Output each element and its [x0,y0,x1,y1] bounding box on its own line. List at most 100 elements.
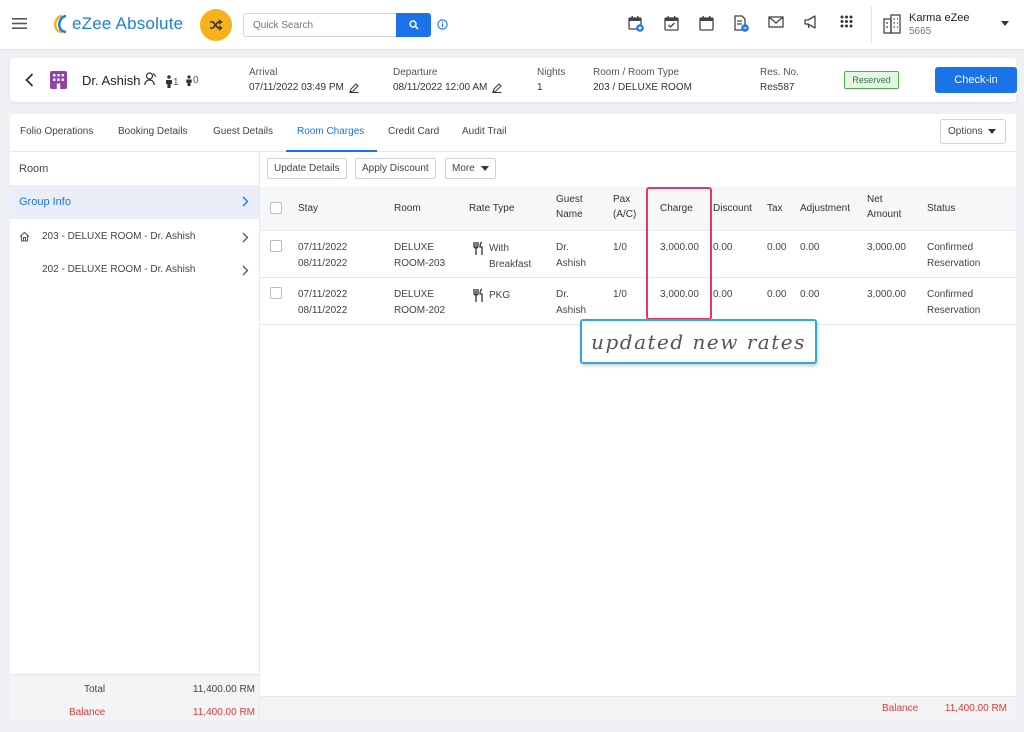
calendar-plus-icon[interactable] [628,15,644,32]
mail-icon[interactable] [768,15,784,29]
table-header: Stay Room Rate Type Guest Name Pax (A/C) C… [260,187,1016,231]
tab-folio-operations[interactable]: Folio Operations [20,126,93,137]
balance-label: Balance [69,707,106,718]
col-stay: Stay [298,203,319,214]
col-room: Room [394,203,421,214]
status-cell: Confirmed Reservation [927,240,980,272]
departure-label: Departure [393,67,438,78]
calendar-check-icon[interactable] [664,15,679,31]
chevron-right-icon [242,232,249,243]
tab-room-charges[interactable]: Room Charges [297,126,364,137]
select-all-checkbox[interactable] [270,202,282,214]
guest-first-name: Ashish [556,305,587,316]
guest-cell: Dr. Ashish [556,287,586,319]
guest-profile-icon[interactable] [144,72,157,86]
tab-credit-card[interactable]: Credit Card [388,126,439,137]
edit-departure-icon[interactable] [492,82,503,93]
guest-name[interactable]: Dr. Ashish [82,73,141,88]
check-in-button[interactable]: Check-in [935,67,1017,93]
discount-cell: 0.00 [713,242,733,253]
home-icon [19,231,30,242]
guest-first-name: Ashish [556,258,587,269]
nights-value: 1 [537,82,543,93]
guest-cell: Dr. Ashish [556,240,586,272]
pax-cell: 1/0 [613,289,627,300]
property-name[interactable]: Karma eZee [909,12,970,24]
sidebar-header: Room [19,163,49,175]
sidebar-item-room-202[interactable]: 202 - DELUXE ROOM - Dr. Ashish [10,255,259,287]
net-amount-cell: 3,000.00 [867,289,906,300]
col-pax-2: (A/C) [613,209,637,220]
tab-guest-details[interactable]: Guest Details [213,126,273,137]
col-net-amount-2: Amount [867,209,902,220]
options-dropdown[interactable]: Options [940,119,1006,144]
rate-type-cell: PKG [472,288,510,320]
adult-count-value: 1 [173,77,179,88]
update-details-button[interactable]: Update Details [267,158,347,179]
annotation-callout: updated new rates [580,319,817,364]
adult-count: 1 [165,75,179,88]
room-sidebar: Room Group Info 203 - DELUXE ROOM - Dr. … [10,152,260,720]
hamburger-menu-icon[interactable] [12,17,27,30]
row-checkbox[interactable] [270,240,282,252]
status-line-2: Reservation [927,258,981,269]
room-203-label: 203 - DELUXE ROOM - Dr. Ashish [42,231,196,242]
rate-type-text: With Breakfast [488,241,531,273]
status-cell: Confirmed Reservation [927,287,980,319]
table-row[interactable]: 07/11/2022 08/11/2022 DELUXE ROOM-203 With… [260,232,1016,278]
tab-audit-trail[interactable]: Audit Trail [462,126,506,137]
property-dropdown-icon[interactable] [1001,21,1009,26]
shuffle-button[interactable] [200,9,232,41]
calendar-icon[interactable] [699,15,714,31]
apps-grid-icon[interactable] [840,15,853,28]
info-icon[interactable] [437,19,448,30]
stay-to: 08/11/2022 [298,305,348,316]
col-tax: Tax [767,203,783,214]
charge-highlight-box [646,187,712,320]
edit-arrival-icon[interactable] [349,82,359,93]
rate-line-1: With [489,243,509,254]
departure-value: 08/11/2022 12:00 AM [393,82,503,93]
megaphone-icon[interactable] [803,15,818,30]
app-logo[interactable]: eZee Absolute [50,13,183,35]
child-count-value: 0 [193,75,199,86]
footer-balance-value: 11,400.00 RM [944,703,1007,714]
reservation-summary-bar: Dr. Ashish 1 0 Arrival 07/11/2022 03:49 … [10,58,1017,102]
quick-search-input[interactable] [243,13,396,37]
child-count: 0 [185,75,199,86]
folio-tabs: Folio Operations Booking Details Guest D… [10,114,1016,152]
tax-cell: 0.00 [767,289,787,300]
stay-cell: 07/11/2022 08/11/2022 [298,287,347,319]
departure-info: Departure 08/11/2022 12:00 AM [393,67,503,93]
document-icon[interactable] [733,15,749,32]
room-cell: DELUXE ROOM-202 [394,287,445,319]
room-type-value: 203 / DELUXE ROOM [593,82,692,93]
arrival-value: 07/11/2022 03:49 PM [249,82,359,93]
main-panel: Folio Operations Booking Details Guest D… [10,114,1016,720]
room-type-info: Room / Room Type 203 / DELUXE ROOM [593,67,692,93]
more-label: More [452,163,475,174]
room-charges-content: Update Details Apply Discount More Stay … [260,152,1016,720]
nights-info: Nights 1 [537,67,565,93]
search-button[interactable] [396,13,431,37]
row-checkbox[interactable] [270,287,282,299]
room-cell: DELUXE ROOM-203 [394,240,445,272]
arrival-date: 07/11/2022 03:49 PM [249,82,344,93]
back-arrow-icon[interactable] [25,73,34,87]
stay-from: 07/11/2022 [298,289,348,300]
apply-discount-button[interactable]: Apply Discount [355,158,436,179]
logo-mark-icon [54,14,67,34]
room-202-label: 202 - DELUXE ROOM - Dr. Ashish [42,264,196,275]
table-footer: Balance 11,400.00 RM [260,696,1016,720]
shuffle-icon [210,19,223,31]
reservation-number-info: Res. No. Res587 [760,67,799,93]
header-divider [871,6,872,44]
more-button[interactable]: More [445,158,496,179]
net-amount-cell: 3,000.00 [867,242,906,253]
col-pax: Pax (A/C) [613,192,636,222]
sidebar-item-group-info[interactable]: Group Info [10,185,259,219]
sidebar-item-room-203[interactable]: 203 - DELUXE ROOM - Dr. Ashish [10,222,259,254]
tab-booking-details[interactable]: Booking Details [118,126,187,137]
col-net-amount: Net Amount [867,192,901,222]
top-bar: eZee Absolute Karma eZee 5665 [0,0,1024,50]
